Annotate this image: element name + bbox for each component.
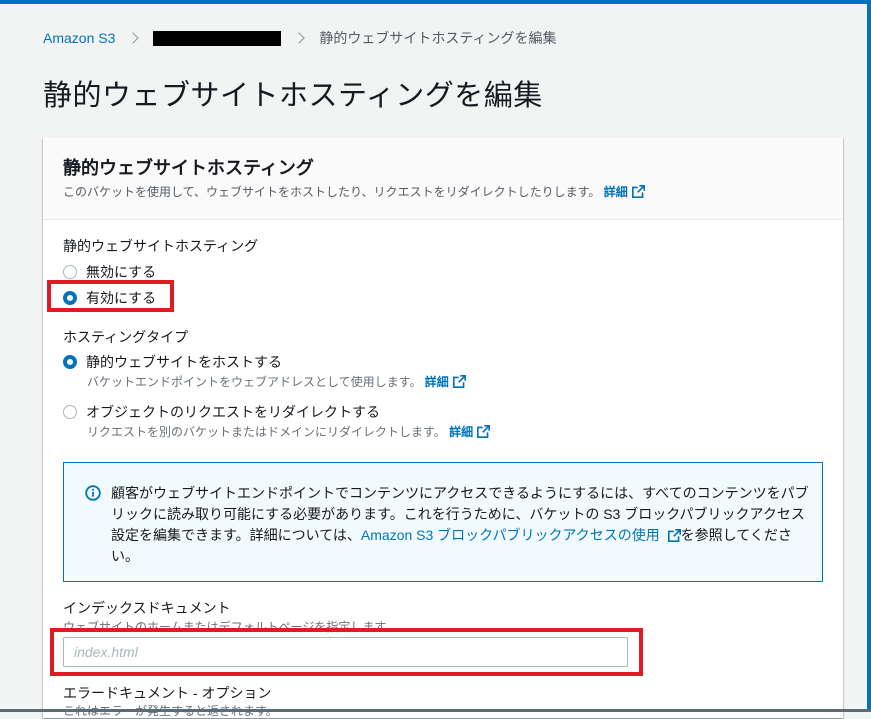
chevron-right-icon <box>127 32 140 44</box>
external-link-icon <box>631 185 645 198</box>
hosting-label: 静的ウェブサイトホスティング <box>63 238 259 254</box>
radio-host-static-site[interactable]: 静的ウェブサイトをホストする <box>63 352 282 372</box>
external-link-icon <box>452 375 466 388</box>
external-link-icon <box>477 425 491 438</box>
highlight-box-index-document <box>50 628 643 676</box>
radio-host-static-site-control[interactable] <box>63 355 77 369</box>
window-edge <box>867 0 871 712</box>
panel-description-text: このバケットを使用して、ウェブサイトをホストしたり、リクエストをリダイレクトした… <box>63 185 601 199</box>
info-circle-icon <box>85 485 101 501</box>
error-document-label: エラードキュメント - オプション <box>63 685 272 701</box>
panel-header: 静的ウェブサイトホスティング このバケットを使用して、ウェブサイトをホストしたり… <box>43 138 843 220</box>
chevron-right-icon <box>293 32 306 44</box>
radio-redirect-requests-description: リクエストを別のバケットまたはドメインにリダイレクトします。 詳細 <box>87 423 491 440</box>
panel-info-link-label: 詳細 <box>603 185 628 199</box>
radio-disable[interactable]: 無効にする <box>63 262 156 282</box>
panel-title: 静的ウェブサイトホスティング <box>63 158 314 178</box>
panel-info-link[interactable]: 詳細 <box>604 185 645 199</box>
block-public-access-link[interactable]: Amazon S3 ブロックパブリックアクセスの使用 <box>361 527 681 543</box>
radio-host-static-site-label: 静的ウェブサイトをホストする <box>86 354 282 370</box>
alert-text: 顧客がウェブサイトエンドポイントでコンテンツにアクセスできるようにするには、すべ… <box>111 483 811 567</box>
redacted-bucket-name[interactable] <box>153 30 282 46</box>
highlight-box-enable <box>47 280 174 312</box>
radio-disable-control[interactable] <box>63 265 77 279</box>
hosting-type-label: ホスティングタイプ <box>63 329 189 345</box>
radio-host-static-site-description: バケットエンドポイントをウェブアドレスとして使用します。 詳細 <box>87 373 466 390</box>
redirect-requests-info-link-label: 詳細 <box>449 425 474 439</box>
breadcrumb-amazon-s3[interactable]: Amazon S3 <box>43 30 115 46</box>
redirect-requests-info-link[interactable]: 詳細 <box>449 425 491 439</box>
breadcrumb-current: 静的ウェブサイトホスティングを編集 <box>319 30 557 46</box>
radio-disable-label: 無効にする <box>86 264 157 280</box>
host-static-site-info-link-label: 詳細 <box>424 375 449 389</box>
top-accent-bar <box>0 0 871 4</box>
radio-redirect-requests-label: オブジェクトのリクエストをリダイレクトする <box>86 404 380 420</box>
external-link-icon <box>667 529 681 542</box>
radio-redirect-requests-description-text: リクエストを別のバケットまたはドメインにリダイレクトします。 <box>87 425 446 439</box>
radio-host-static-site-description-text: バケットエンドポイントをウェブアドレスとして使用します。 <box>87 375 422 389</box>
page-title: 静的ウェブサイトホスティングを編集 <box>43 80 543 112</box>
host-static-site-info-link[interactable]: 詳細 <box>425 375 466 389</box>
block-public-access-link-label: Amazon S3 ブロックパブリックアクセスの使用 <box>360 527 660 543</box>
radio-redirect-requests-control[interactable] <box>63 405 77 419</box>
info-alert: 顧客がウェブサイトエンドポイントでコンテンツにアクセスできるようにするには、すべ… <box>63 462 823 582</box>
static-website-hosting-panel: 静的ウェブサイトホスティング このバケットを使用して、ウェブサイトをホストしたり… <box>43 138 843 718</box>
radio-redirect-requests[interactable]: オブジェクトのリクエストをリダイレクトする <box>63 402 380 422</box>
breadcrumb: Amazon S3 静的ウェブサイトホスティングを編集 <box>43 29 557 47</box>
index-document-label: インデックスドキュメント <box>63 600 231 616</box>
panel-description: このバケットを使用して、ウェブサイトをホストしたり、リクエストをリダイレクトした… <box>63 183 645 200</box>
